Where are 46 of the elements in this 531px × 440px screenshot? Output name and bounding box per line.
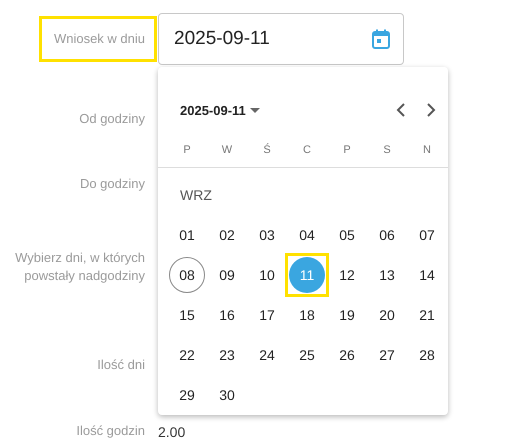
field-value: 2.00 [158, 424, 186, 440]
field-label: Od godziny [79, 110, 145, 128]
calendar-day[interactable]: 01 [169, 217, 205, 253]
calendar-day[interactable]: 21 [409, 297, 445, 333]
calendar-day[interactable]: 07 [409, 217, 445, 253]
month-year-dropdown[interactable]: 2025-09-11 [180, 102, 260, 118]
month-label: WRZ [180, 187, 212, 203]
calendar-day[interactable]: 16 [209, 297, 245, 333]
calendar-day[interactable]: 30 [209, 377, 245, 413]
calendar-day[interactable]: 23 [209, 337, 245, 373]
field-label: Wniosek w dniu [42, 19, 154, 59]
weekday-label: Ś [263, 144, 271, 156]
field-label: Ilość godzin [76, 422, 145, 440]
calendar-day[interactable]: 22 [169, 337, 205, 373]
field-label: Wybierz dni, w których powstały nadgodziny [14, 249, 145, 285]
calendar-day[interactable]: 18 [289, 297, 325, 333]
calendar-day[interactable]: 24 [249, 337, 285, 373]
weekday-label: W [222, 144, 232, 156]
calendar-day[interactable]: 27 [369, 337, 405, 373]
calendar-day[interactable]: 05 [329, 217, 365, 253]
calendar-day[interactable]: 14 [409, 257, 445, 293]
calendar-day[interactable]: 06 [369, 217, 405, 253]
calendar-day[interactable]: 09 [209, 257, 245, 293]
weekday-label: C [303, 144, 311, 156]
weekday-label: N [423, 144, 431, 156]
calendar-day[interactable]: 02 [209, 217, 245, 253]
calendar-day[interactable]: 28 [409, 337, 445, 373]
calendar-day[interactable]: 13 [369, 257, 405, 293]
weekday-label: S [383, 144, 391, 156]
calendar-day[interactable]: 08 [169, 257, 205, 293]
calendar-day[interactable]: 19 [329, 297, 365, 333]
field-label: Do godziny [80, 175, 145, 193]
weekday-label: P [343, 144, 351, 156]
calendar-day[interactable]: 26 [329, 337, 365, 373]
field-label: Ilość dni [97, 356, 145, 374]
calendar-day[interactable]: 12 [329, 257, 365, 293]
calendar-day[interactable]: 04 [289, 217, 325, 253]
calendar-day[interactable]: 17 [249, 297, 285, 333]
calendar-day[interactable]: 10 [249, 257, 285, 293]
calendar-day[interactable]: 29 [169, 377, 205, 413]
date-field[interactable]: 2025-09-11 [158, 13, 404, 65]
weekday-label: P [183, 144, 191, 156]
calendar-day[interactable]: 03 [249, 217, 285, 253]
calendar-day[interactable]: 25 [289, 337, 325, 373]
calendar-day[interactable]: 20 [369, 297, 405, 333]
calendar-day[interactable]: 15 [169, 297, 205, 333]
